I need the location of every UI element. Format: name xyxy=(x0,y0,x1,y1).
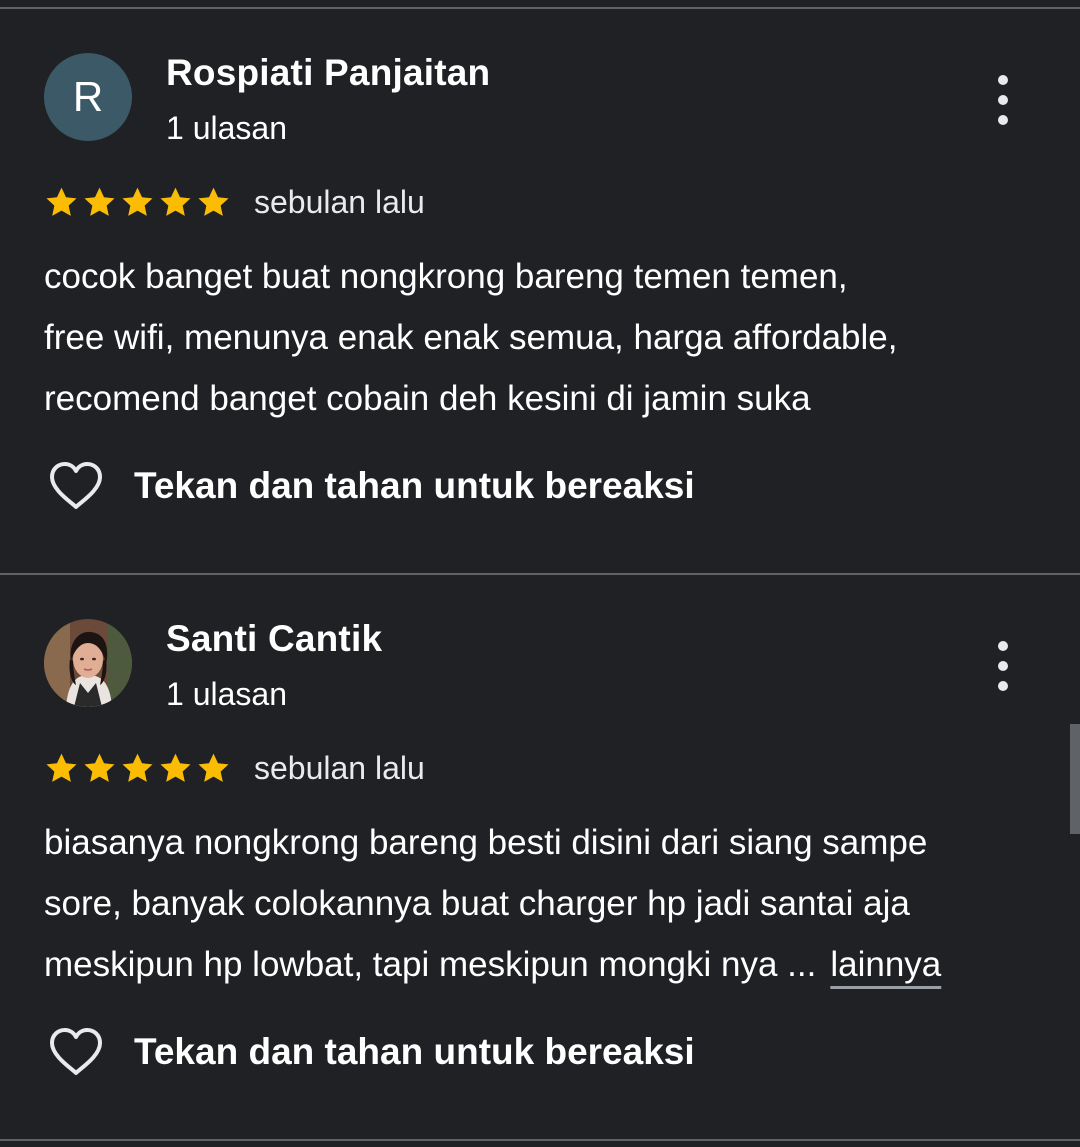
star-icon xyxy=(160,753,191,782)
review-text-line-content: meskipun hp lowbat, tapi meskipun mongki… xyxy=(44,945,817,984)
scrollbar[interactable] xyxy=(1070,724,1080,834)
react-button[interactable]: Tekan dan tahan untuk bereaksi xyxy=(48,460,695,512)
review-text: cocok banget buat nongkrong bareng temen… xyxy=(44,246,1044,429)
more-options-button[interactable] xyxy=(982,72,1024,128)
star-icon xyxy=(46,187,77,216)
more-vertical-icon xyxy=(998,75,1008,125)
react-label: Tekan dan tahan untuk bereaksi xyxy=(134,465,695,506)
more-options-button[interactable] xyxy=(982,638,1024,694)
heart-outline-icon xyxy=(50,462,102,509)
star-icon xyxy=(198,187,229,216)
avatar-letter: R xyxy=(72,73,104,120)
review-text-line: free wifi, menunya enak enak semua, harg… xyxy=(44,318,898,357)
react-button[interactable]: Tekan dan tahan untuk bereaksi xyxy=(48,1026,695,1078)
more-vertical-icon xyxy=(998,641,1008,691)
reviewer-name[interactable]: Rospiati Panjaitan xyxy=(166,52,490,94)
review-time: sebulan lalu xyxy=(254,184,425,220)
avatar-photo xyxy=(44,619,132,707)
star-rating xyxy=(44,751,234,791)
avatar[interactable]: R xyxy=(44,53,132,141)
review-count: 1 ulasan xyxy=(166,110,287,146)
star-icon xyxy=(84,753,115,782)
react-label: Tekan dan tahan untuk bereaksi xyxy=(134,1031,695,1072)
star-icon xyxy=(122,187,153,216)
review-divider xyxy=(0,1139,1080,1141)
review-text-line: meskipun hp lowbat, tapi meskipun mongki… xyxy=(44,934,1044,995)
reviewer-name[interactable]: Santi Cantik xyxy=(166,618,382,660)
star-icon xyxy=(46,753,77,782)
review-time: sebulan lalu xyxy=(254,750,425,786)
review-text-line: cocok banget buat nongkrong bareng temen… xyxy=(44,257,848,296)
heart-outline-icon xyxy=(50,1028,102,1075)
review-count: 1 ulasan xyxy=(166,676,287,712)
avatar[interactable] xyxy=(44,619,132,707)
read-more-link[interactable]: lainnya xyxy=(830,945,941,984)
review-text-line: sore, banyak colokannya buat charger hp … xyxy=(44,884,910,923)
star-rating xyxy=(44,185,234,225)
review-card: R Rospiati Panjaitan 1 ulasan sebulan la… xyxy=(0,0,1080,560)
review-card: Santi Cantik 1 ulasan sebulan lalu biasa… xyxy=(0,566,1080,1126)
review-text-line: biasanya nongkrong bareng besti disini d… xyxy=(44,823,928,862)
star-icon xyxy=(198,753,229,782)
star-icon xyxy=(84,187,115,216)
star-icon xyxy=(122,753,153,782)
review-text: biasanya nongkrong bareng besti disini d… xyxy=(44,812,1044,995)
star-icon xyxy=(160,187,191,216)
review-text-line: recomend banget cobain deh kesini di jam… xyxy=(44,379,811,418)
